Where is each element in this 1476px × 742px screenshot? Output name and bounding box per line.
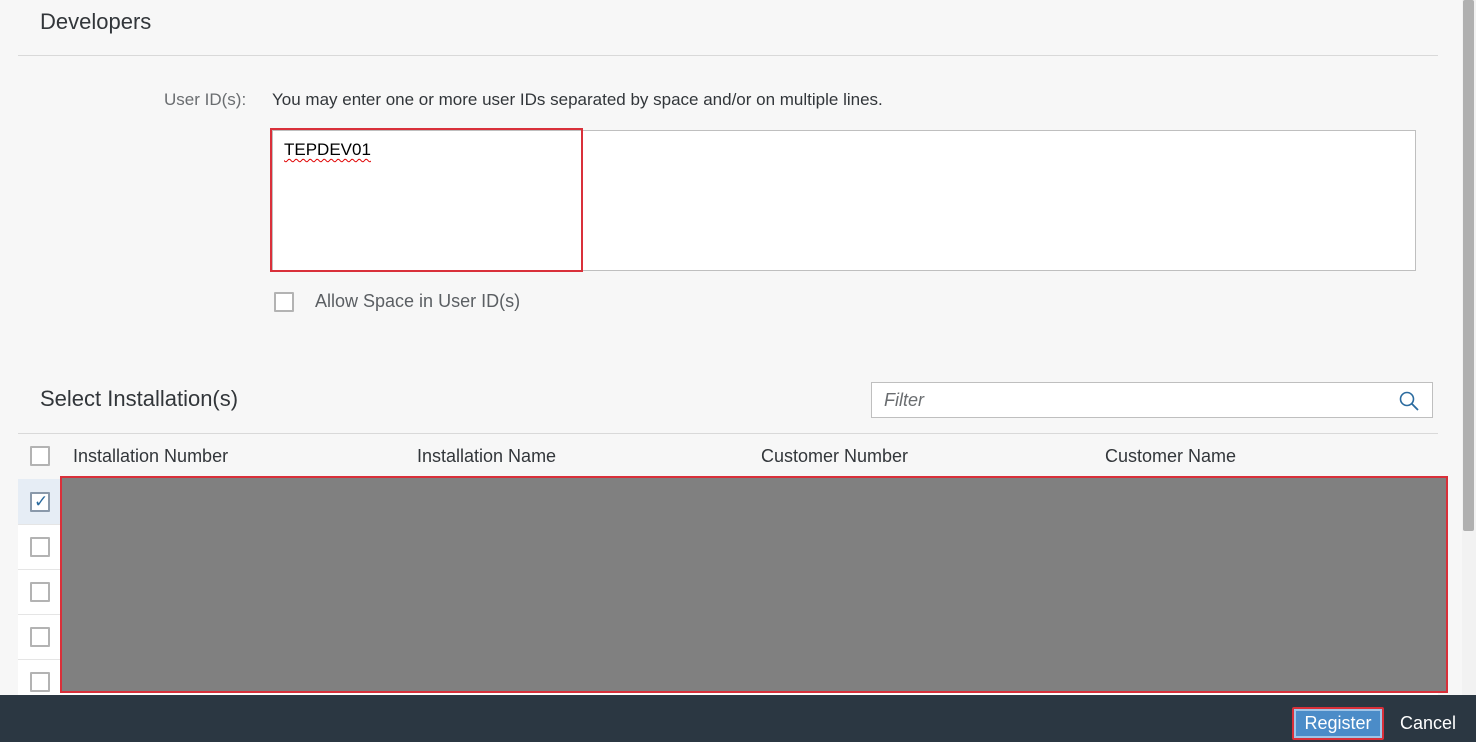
column-customer-name[interactable]: Customer Name bbox=[1105, 446, 1236, 467]
allow-space-label[interactable]: Allow Space in User ID(s) bbox=[315, 291, 520, 312]
user-ids-textarea[interactable]: TEPDEV01 bbox=[272, 130, 1416, 271]
developers-divider bbox=[18, 55, 1438, 56]
row-checkbox-1[interactable]: ✓ bbox=[30, 492, 50, 512]
search-icon[interactable] bbox=[1398, 390, 1420, 412]
column-installation-name[interactable]: Installation Name bbox=[417, 446, 556, 467]
row-divider bbox=[18, 659, 62, 660]
select-all-checkbox[interactable] bbox=[30, 446, 50, 466]
table-top-divider bbox=[18, 433, 1438, 434]
page-scrollbar-thumb[interactable] bbox=[1463, 0, 1474, 531]
row-divider bbox=[18, 614, 62, 615]
filter-field[interactable] bbox=[871, 382, 1433, 418]
user-ids-value: TEPDEV01 bbox=[284, 140, 371, 159]
user-ids-hint: You may enter one or more user IDs separ… bbox=[272, 90, 883, 109]
row-checkbox-4[interactable] bbox=[30, 627, 50, 647]
row-divider bbox=[18, 569, 62, 570]
developers-title: Developers bbox=[40, 9, 152, 34]
register-button[interactable]: Register bbox=[1292, 707, 1384, 740]
checkmark-icon: ✓ bbox=[34, 492, 49, 512]
row-checkbox-5[interactable] bbox=[30, 672, 50, 692]
row-checkbox-3[interactable] bbox=[30, 582, 50, 602]
redacted-rows bbox=[62, 477, 1446, 691]
user-ids-label: User ID(s): bbox=[164, 90, 247, 109]
installations-title: Select Installation(s) bbox=[40, 386, 239, 411]
allow-space-checkbox[interactable] bbox=[274, 292, 294, 312]
row-checkbox-2[interactable] bbox=[30, 537, 50, 557]
filter-input[interactable] bbox=[884, 389, 1364, 411]
row-divider bbox=[18, 524, 62, 525]
column-customer-number[interactable]: Customer Number bbox=[761, 446, 908, 467]
footer-toolbar bbox=[0, 695, 1476, 742]
column-installation-number[interactable]: Installation Number bbox=[73, 446, 228, 467]
cancel-button[interactable]: Cancel bbox=[1400, 707, 1456, 740]
